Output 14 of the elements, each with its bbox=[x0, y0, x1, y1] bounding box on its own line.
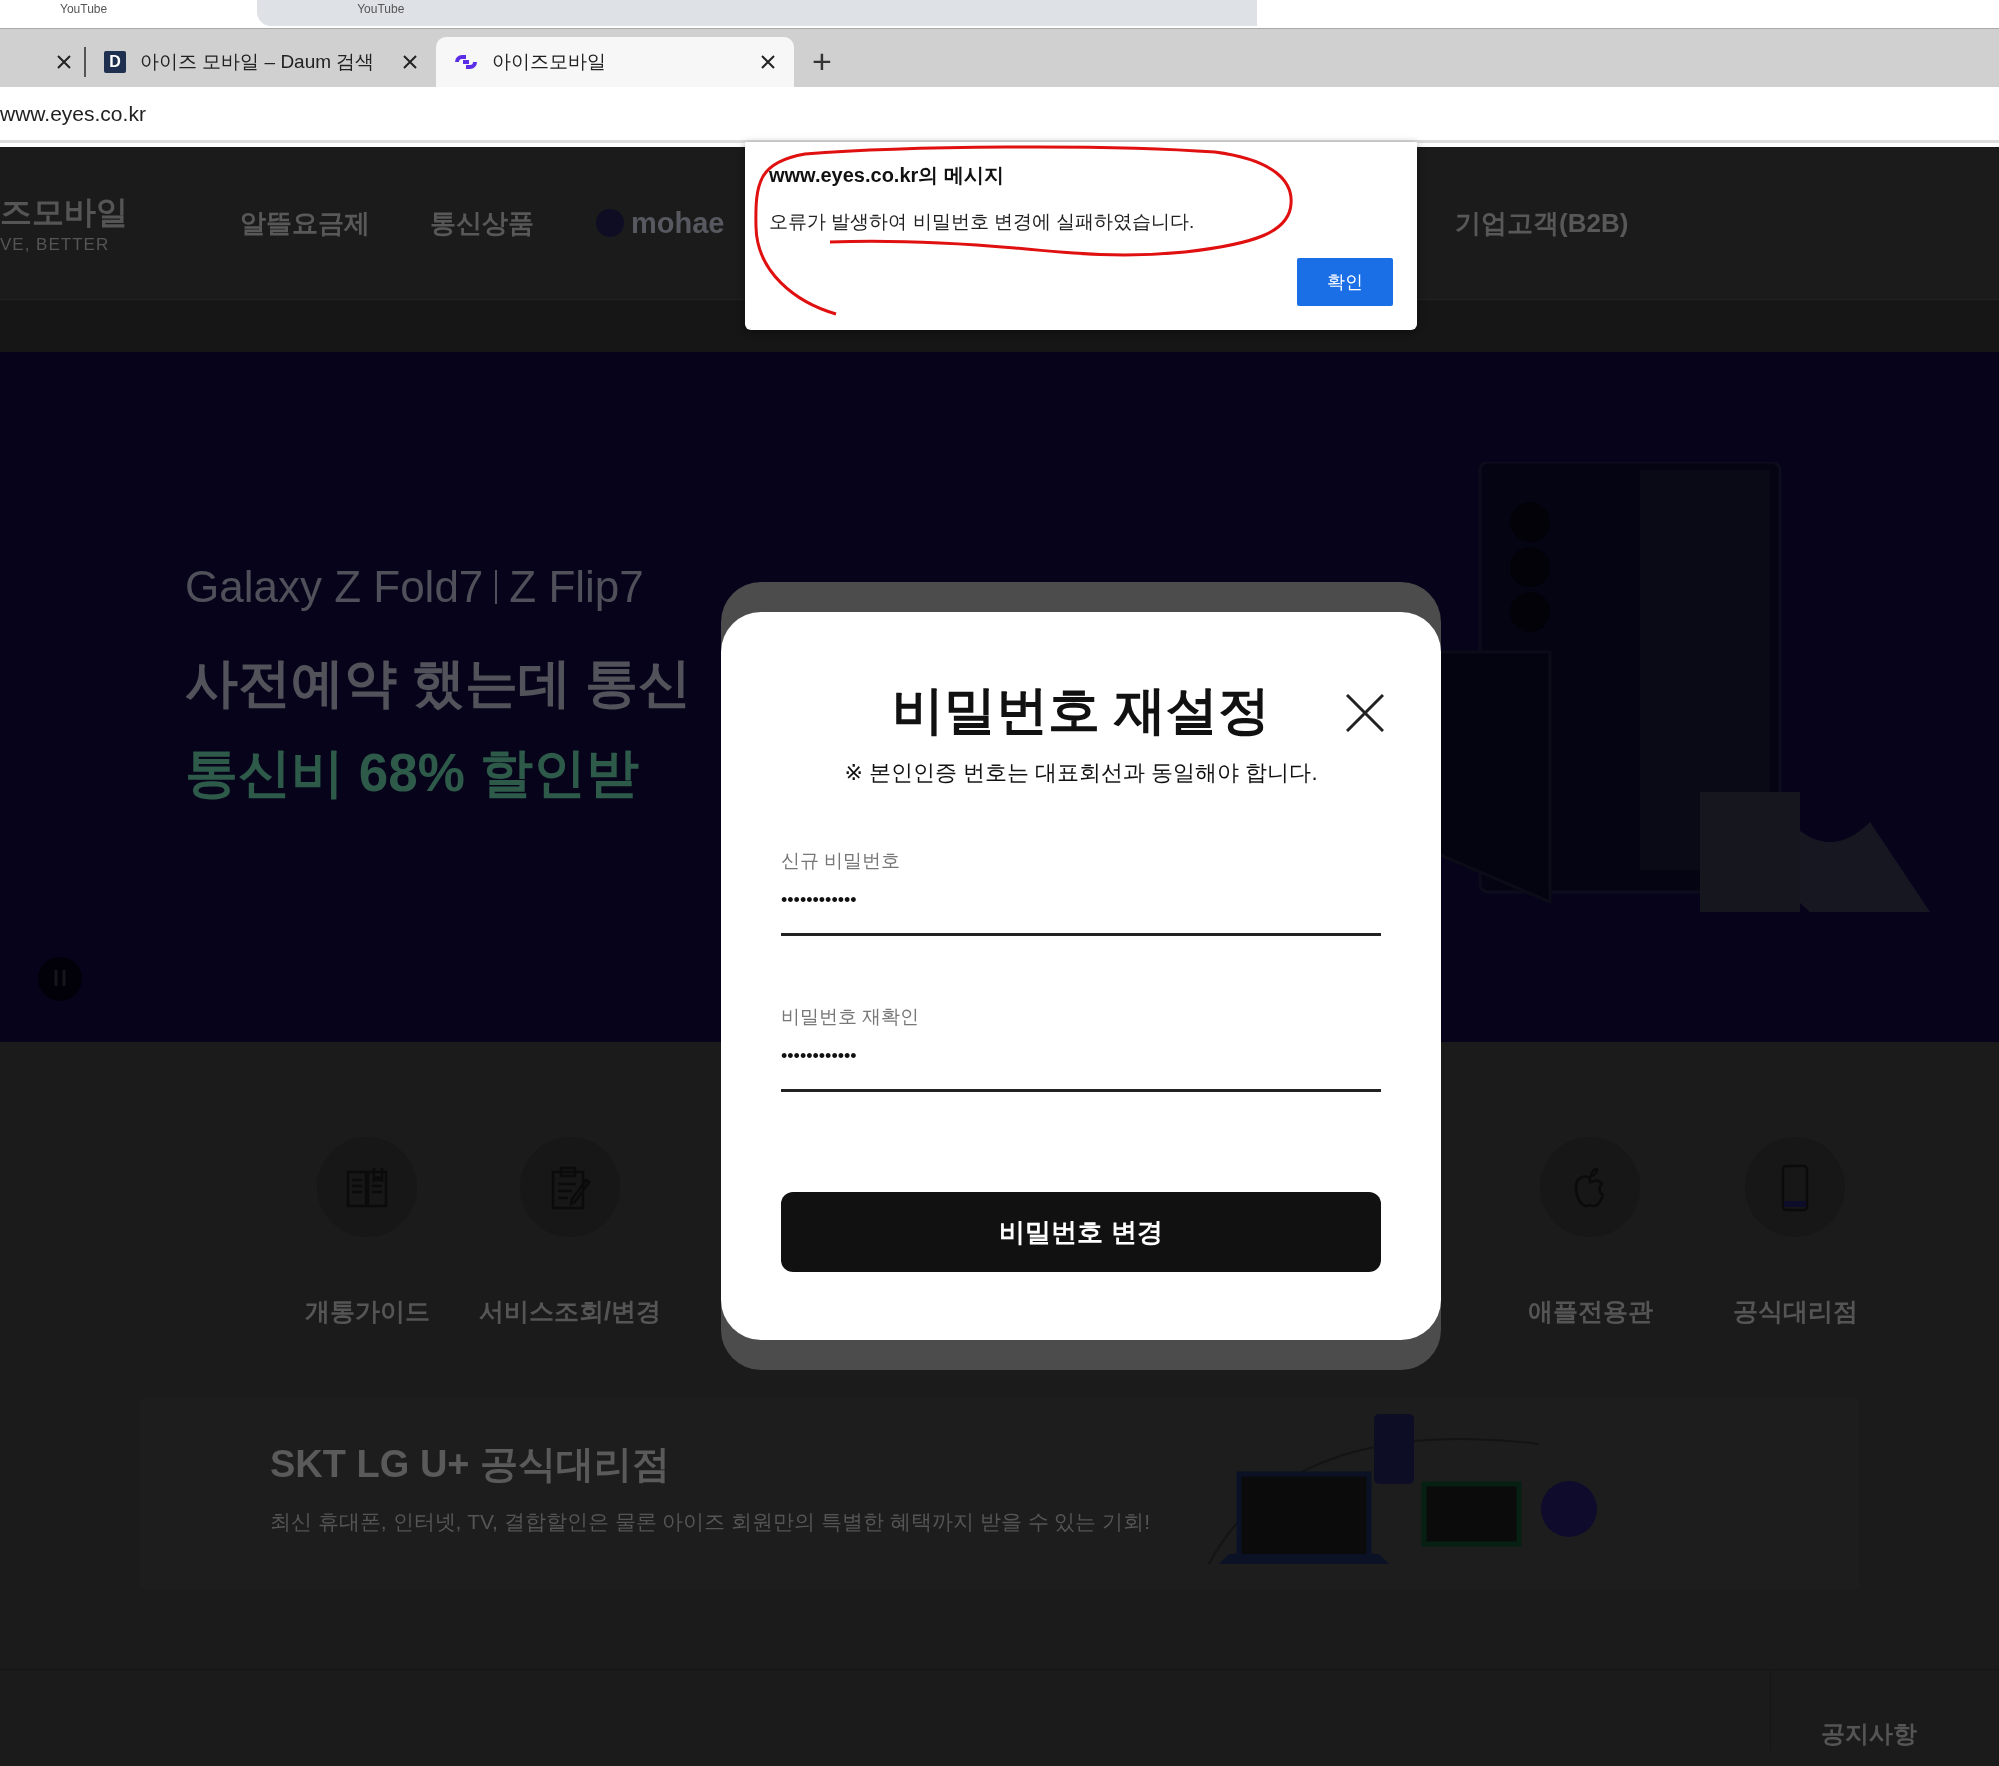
promo-text: 최신 휴대폰, 인터넷, TV, 결합할인은 물론 아이즈 회원만의 특별한 혜택까지 받을 수 있는 기회! bbox=[270, 1509, 1151, 1535]
field-label: 신규 비밀번호 bbox=[781, 849, 902, 873]
field-label: 비밀번호 재확인 bbox=[781, 1005, 921, 1029]
dialog-title: 비밀번호 재설정 bbox=[891, 680, 1271, 740]
promo-title: SKT LG U+ 공식대리점 bbox=[270, 1442, 671, 1487]
dialog-note: ※ 본인인증 번호는 대표회선과 동일해야 합니다. bbox=[843, 759, 1319, 787]
favicon-icon: D bbox=[104, 51, 126, 73]
alert-title: www.eyes.co.kr의 메시지 bbox=[769, 163, 1005, 188]
hero-subtitle: Galaxy Z Fold7 bbox=[185, 562, 484, 612]
logo-tagline: VE, BETTER bbox=[0, 235, 111, 255]
hero-headline: 사전예약 했는데 통신 bbox=[185, 652, 692, 714]
hero-headline: 통신비 68% 할인받 bbox=[185, 742, 639, 804]
alert-message: 오류가 발생하여 비밀번호 변경에 실패하였습니다. bbox=[769, 210, 1196, 234]
hero-subtitle: Z Flip7 bbox=[509, 562, 644, 612]
